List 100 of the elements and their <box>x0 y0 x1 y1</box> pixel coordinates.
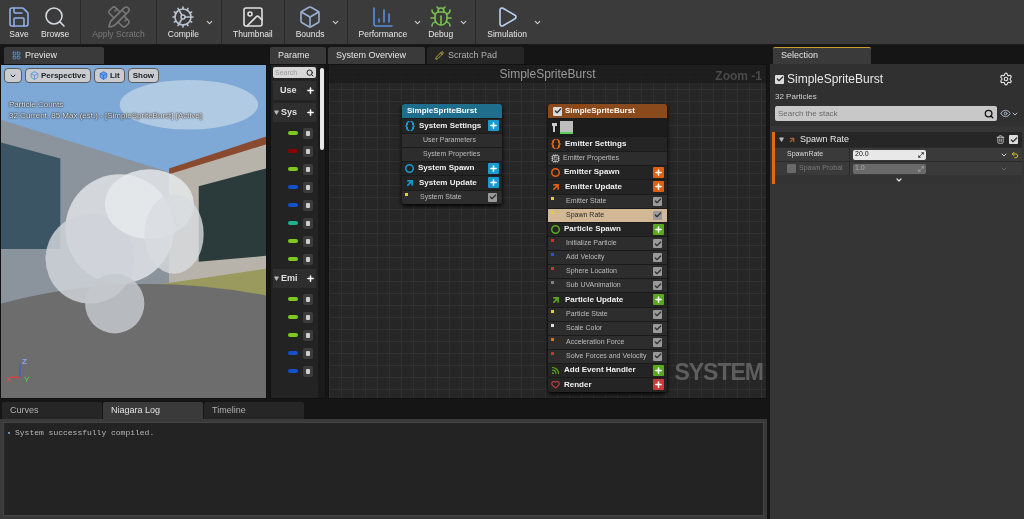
viewport-button[interactable]: Show <box>127 68 160 83</box>
graph-node[interactable] <box>548 104 667 392</box>
overlay-text: Particle Counts <box>9 99 64 110</box>
expand-icon <box>918 151 924 158</box>
pin-icon[interactable] <box>551 122 557 132</box>
cube-icon <box>30 71 39 80</box>
image-icon <box>240 4 265 29</box>
parameter-icon[interactable] <box>303 293 313 305</box>
braces-icon <box>405 120 415 131</box>
add-button[interactable] <box>653 181 664 193</box>
panel-tab[interactable]: Scratch Pad <box>427 47 524 64</box>
stack-section[interactable]: System Settings <box>402 118 502 133</box>
parameter-icon[interactable] <box>303 253 313 265</box>
checkbox[interactable] <box>653 281 662 290</box>
add-button[interactable] <box>653 294 664 306</box>
checkbox[interactable] <box>653 253 662 262</box>
reset-icon[interactable] <box>1011 150 1019 159</box>
stack-section[interactable]: Render <box>548 377 667 392</box>
parameter-icon[interactable] <box>303 311 313 323</box>
panel-tab[interactable]: Curves <box>2 402 102 419</box>
checkbox[interactable] <box>653 239 662 248</box>
visibility-button[interactable] <box>1000 108 1019 119</box>
overlay-text: 32 Current, 85 Max (est.) - [SimpleSpriteBurst] [Active] <box>9 110 202 121</box>
add-icon <box>306 108 315 117</box>
category-header[interactable]: Sys <box>273 103 316 122</box>
expand-arrow-icon <box>779 137 784 142</box>
ring-icon <box>551 224 560 234</box>
expand-arrow-icon <box>274 276 279 281</box>
stack-section[interactable]: Emitter Settings <box>548 136 667 151</box>
viewport-button[interactable]: Lit <box>93 68 125 83</box>
add-button[interactable] <box>488 120 499 132</box>
graph-watermark: SYSTEM <box>674 361 763 384</box>
parameter-icon[interactable] <box>303 145 313 157</box>
axis-label: Y <box>24 374 30 386</box>
search-field[interactable]: Search the stack <box>775 106 997 121</box>
parameter-icon[interactable] <box>303 127 313 139</box>
graph-title: SimpleSpriteBurst <box>499 66 596 83</box>
node-header: SimpleSpriteBurst <box>548 104 667 118</box>
checkbox[interactable] <box>653 309 662 319</box>
add-button[interactable] <box>653 379 664 391</box>
scrollbar[interactable] <box>319 68 324 150</box>
add-button[interactable] <box>653 223 664 235</box>
module-header[interactable]: Spawn Rate <box>775 132 1022 147</box>
checkbox[interactable] <box>653 337 662 347</box>
add-icon <box>306 86 315 95</box>
arrow-icon <box>551 181 561 192</box>
checkbox[interactable] <box>1009 135 1018 144</box>
category-header[interactable]: Emi <box>273 269 316 288</box>
gear-icon[interactable] <box>999 72 1013 86</box>
checkbox[interactable] <box>653 267 662 276</box>
checkbox[interactable] <box>653 196 662 206</box>
add-icon <box>306 274 315 283</box>
toolbar-button[interactable]: Compile <box>162 0 204 44</box>
checkbox[interactable] <box>553 106 562 116</box>
toolbar-button[interactable]: Simulation <box>482 0 532 44</box>
trash-icon[interactable] <box>996 135 1005 144</box>
toolbar-button[interactable]: Thumbnail <box>228 0 278 44</box>
panel-tab[interactable]: System Overview <box>328 47 425 64</box>
checkbox[interactable] <box>775 74 784 84</box>
panel-tab[interactable]: Parame <box>270 47 326 64</box>
add-button[interactable] <box>653 166 664 178</box>
stack-section[interactable]: System Update <box>402 175 502 190</box>
menu-button[interactable] <box>4 68 22 83</box>
parameter-icon[interactable] <box>303 329 313 341</box>
add-button[interactable] <box>488 162 499 174</box>
bar-chart-icon <box>370 4 395 29</box>
toolbar-button[interactable]: Browse <box>36 0 75 44</box>
search-icon <box>306 68 314 77</box>
panel-tab[interactable]: Niagara Log <box>103 402 203 419</box>
parameter-icon[interactable] <box>303 235 313 247</box>
panel-tab[interactable]: Timeline <box>204 402 304 419</box>
parameter-icon[interactable] <box>303 347 313 359</box>
add-button[interactable] <box>653 364 664 376</box>
checkbox[interactable] <box>653 210 662 220</box>
viewport-button[interactable]: Perspective <box>25 68 91 83</box>
add-button[interactable] <box>488 177 499 189</box>
toolbar-button[interactable]: Save <box>2 0 36 44</box>
arrow-icon <box>405 177 415 188</box>
expand-icon <box>918 165 924 172</box>
parameter-icon[interactable] <box>303 199 313 211</box>
toolbar-button[interactable]: Bounds <box>290 0 330 44</box>
toolbar-button[interactable]: Debug <box>423 0 459 44</box>
arrow-icon <box>551 294 561 305</box>
category-header[interactable]: Use <box>273 81 316 100</box>
toolbar-button[interactable]: Performance <box>353 0 413 44</box>
ring-icon <box>405 163 414 173</box>
parameter-icon[interactable] <box>303 181 313 193</box>
bug-icon <box>428 4 453 29</box>
panel-tab[interactable]: Preview <box>4 47 104 64</box>
grid-icon <box>12 51 21 60</box>
panel-tab[interactable]: Selection <box>773 47 871 64</box>
stack-section[interactable]: Particle Update <box>548 292 667 307</box>
expand-arrow-icon <box>274 110 279 115</box>
stack-section[interactable]: Emitter Update <box>548 179 667 194</box>
checkbox[interactable] <box>653 323 662 333</box>
parameter-icon[interactable] <box>303 217 313 229</box>
checkbox[interactable] <box>488 192 497 202</box>
parameter-icon[interactable] <box>303 163 313 175</box>
parameter-icon[interactable] <box>303 365 313 377</box>
checkbox[interactable] <box>653 351 662 361</box>
